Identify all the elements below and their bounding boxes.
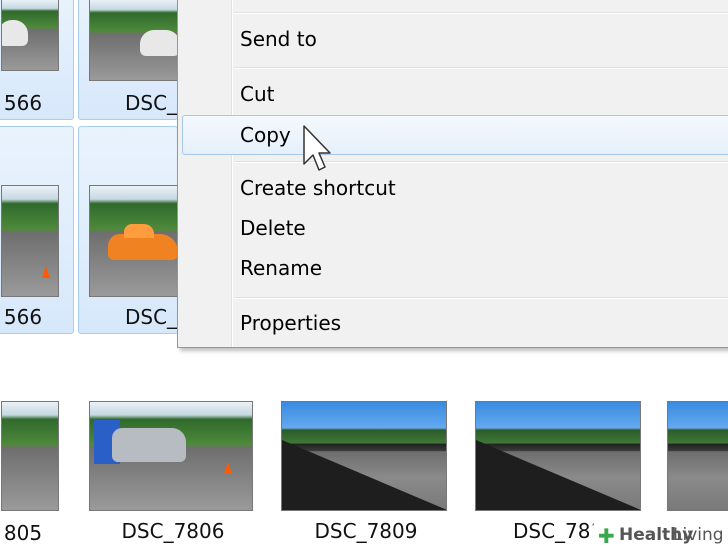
watermark-logo: ✚ Healthy Living: [593, 521, 728, 546]
file-name: 805: [3, 521, 43, 545]
menu-item-label: Properties: [240, 311, 342, 335]
file-name: DSC_7806: [121, 519, 225, 543]
file-name: DSC_7809: [314, 519, 418, 543]
menu-separator: [234, 12, 728, 13]
menu-item-delete[interactable]: Delete: [182, 210, 728, 246]
file-thumbnail: [667, 401, 728, 511]
file-tile[interactable]: DSC_7809: [272, 340, 460, 546]
menu-separator: [234, 297, 728, 298]
menu-item-label: Delete: [240, 216, 306, 240]
file-name: DSC_: [125, 91, 178, 115]
menu-item-label: Create shortcut: [240, 176, 396, 200]
menu-item-label: Rename: [240, 256, 323, 280]
file-name: 566: [3, 91, 43, 115]
car-shape: [140, 30, 178, 56]
file-explorer-view: 566 DSC_ 566 DSC_ 805 DSC_7806 DSC_7809 …: [0, 0, 728, 546]
context-menu: Send to Cut Copy Create shortcut Delete …: [177, 0, 728, 348]
menu-item-create-shortcut[interactable]: Create shortcut: [182, 170, 728, 206]
file-tile[interactable]: [656, 340, 728, 546]
file-tile[interactable]: 566: [0, 0, 74, 120]
menu-item-rename[interactable]: Rename: [182, 250, 728, 286]
file-name: DSC_: [125, 305, 178, 329]
file-tile[interactable]: 805: [0, 340, 74, 546]
watermark-brand-light: Living: [673, 525, 724, 545]
file-tile[interactable]: DSC_: [78, 0, 179, 120]
file-tile[interactable]: DSC_7806: [78, 340, 268, 546]
file-tile[interactable]: DSC_: [78, 126, 179, 334]
cone-shape: [42, 266, 50, 278]
health-plus-icon: ✚: [598, 524, 615, 546]
menu-item-label: Cut: [240, 82, 275, 106]
file-tile[interactable]: 566: [0, 126, 74, 334]
file-thumbnail: [475, 401, 641, 511]
shadow-shape: [282, 440, 446, 510]
shadow-shape: [476, 440, 640, 510]
file-thumbnail: [89, 401, 253, 511]
file-thumbnail: [89, 0, 179, 81]
menu-item-cut[interactable]: Cut: [182, 76, 728, 112]
file-name: 566: [3, 305, 43, 329]
file-thumbnail: [1, 185, 59, 297]
file-thumbnail: [1, 0, 59, 71]
car-shape: [108, 224, 178, 260]
menu-item-send-to[interactable]: Send to: [182, 21, 728, 57]
car-shape: [112, 428, 186, 462]
menu-item-properties[interactable]: Properties: [182, 305, 728, 341]
mouse-pointer-icon: [303, 125, 331, 171]
car-shape: [2, 20, 28, 46]
menu-item-label: Send to: [240, 27, 317, 51]
file-thumbnail: [281, 401, 447, 511]
menu-item-label: Copy: [240, 123, 291, 147]
menu-separator: [234, 67, 728, 68]
file-thumbnail: [89, 185, 179, 297]
file-tile[interactable]: DSC_781: [464, 340, 652, 546]
menu-item-copy[interactable]: Copy: [182, 115, 728, 155]
cone-shape: [224, 462, 232, 474]
file-thumbnail: [1, 401, 59, 511]
